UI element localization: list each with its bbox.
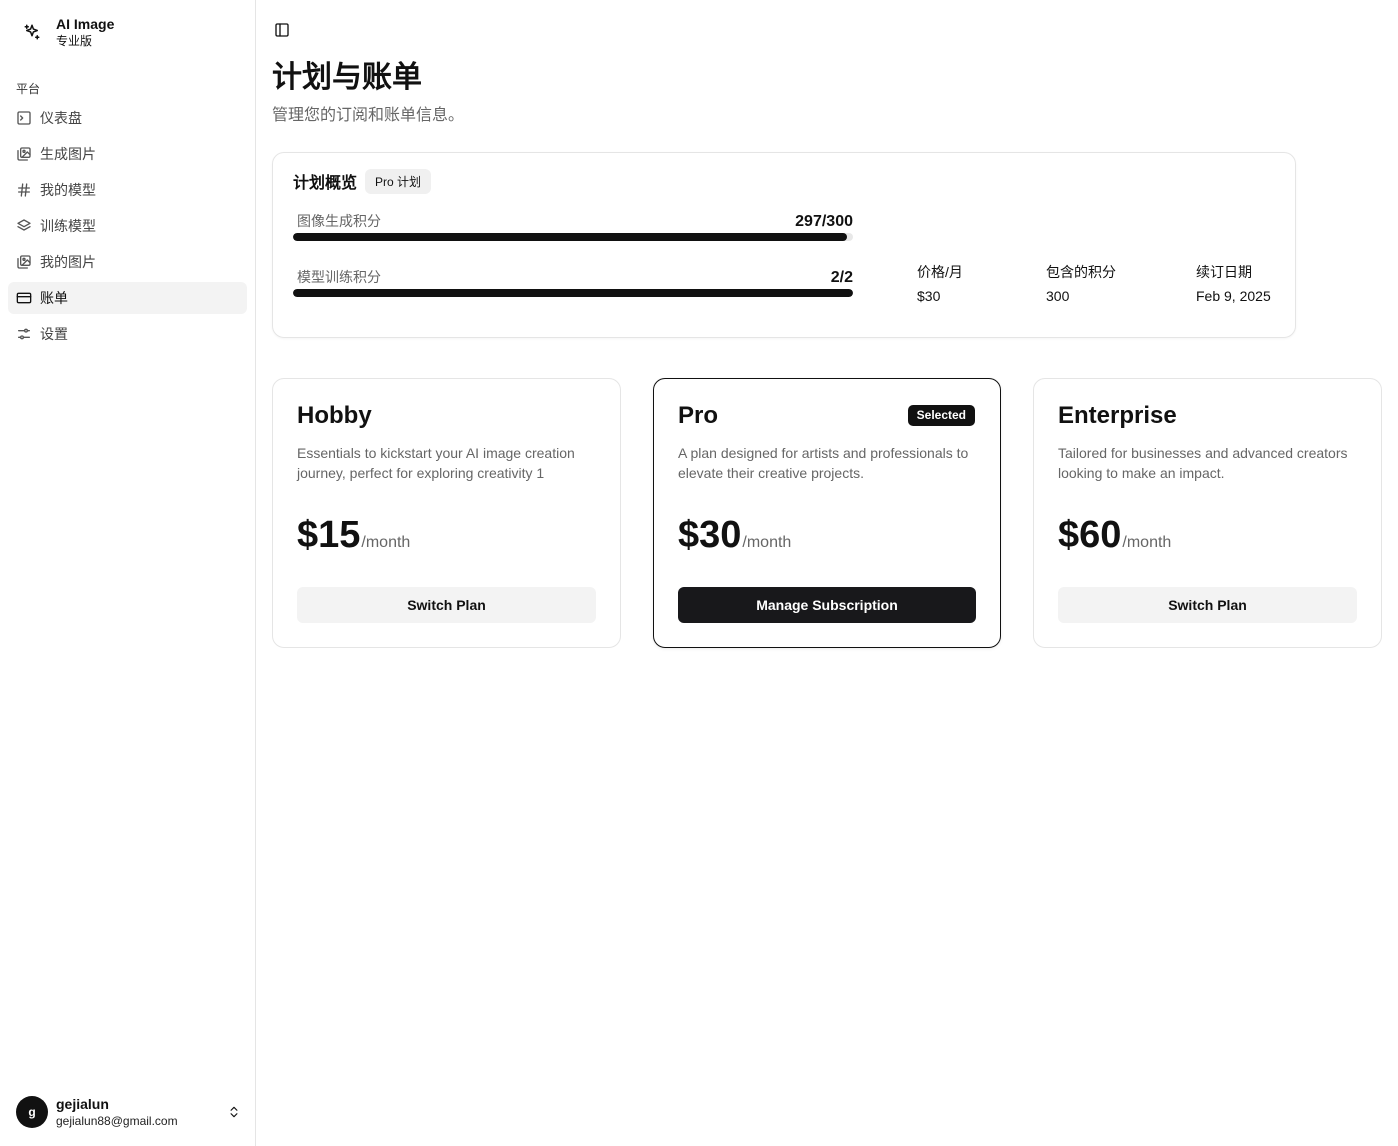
images-icon — [16, 146, 32, 162]
training-credits-meter: 模型训练积分 2/2 — [293, 267, 853, 297]
user-menu[interactable]: g gejialun gejialun88@gmail.com — [16, 1094, 242, 1130]
sidebar-item-label: 训练模型 — [40, 218, 96, 234]
plan-price: $15 /month — [297, 513, 410, 557]
stat-label: 价格/月 — [917, 264, 963, 280]
plan-card-hobby: Hobby Essentials to kickstart your AI im… — [272, 378, 621, 648]
plan-description: A plan designed for artists and professi… — [678, 445, 969, 481]
sidebar: AI Image 专业版 平台 仪表盘 生成图片 我的模型 训练模型 我的图片 … — [0, 0, 256, 1146]
credit-card-icon — [16, 290, 32, 306]
sidebar-item-billing[interactable]: 账单 — [8, 282, 247, 314]
sidebar-item-label: 仪表盘 — [40, 110, 82, 126]
plan-description: Essentials to kickstart your AI image cr… — [297, 445, 575, 481]
stat-renewal-date: 续订日期 Feb 9, 2025 — [1196, 263, 1271, 305]
sidebar-item-label: 我的模型 — [40, 182, 96, 198]
switch-plan-button[interactable]: Switch Plan — [1058, 587, 1357, 623]
sidebar-item-label: 生成图片 — [40, 146, 96, 162]
hash-icon — [16, 182, 32, 198]
sidebar-item-settings[interactable]: 设置 — [8, 318, 247, 350]
nav-group-label: 平台 — [16, 82, 41, 96]
meter-label: 模型训练积分 — [297, 269, 381, 285]
sidebar-item-my-models[interactable]: 我的模型 — [8, 174, 247, 206]
meter-value: 297/300 — [795, 213, 853, 230]
terminal-icon — [16, 110, 32, 126]
meter-value: 2/2 — [830, 269, 853, 286]
image-credits-meter: 图像生成积分 297/300 — [293, 211, 853, 241]
stat-credits: 包含的积分 300 — [1046, 263, 1116, 305]
plan-description: Tailored for businesses and advanced cre… — [1058, 445, 1348, 481]
price-period: /month — [742, 534, 792, 551]
chevrons-up-down-icon[interactable] — [226, 1104, 242, 1120]
plan-price: $60 /month — [1058, 513, 1171, 557]
plan-stats: 价格/月 $30 包含的积分 300 续订日期 Feb 9, 2025 — [917, 263, 1277, 305]
switch-plan-button[interactable]: Switch Plan — [297, 587, 596, 623]
plan-card-pro: Pro Selected A plan designed for artists… — [653, 378, 1001, 648]
progress-track — [293, 289, 853, 297]
price-amount: $15 — [297, 514, 361, 556]
layers-icon — [16, 218, 32, 234]
overview-title: 计划概览 — [293, 175, 358, 192]
plan-name: Enterprise — [1058, 402, 1177, 429]
meter-label: 图像生成积分 — [297, 213, 381, 229]
sparkles-icon — [16, 16, 48, 48]
plan-price: $30 /month — [678, 513, 791, 557]
stat-label: 包含的积分 — [1046, 264, 1116, 280]
sidebar-item-train-model[interactable]: 训练模型 — [8, 210, 247, 242]
page-title: 计划与账单 — [272, 61, 422, 94]
manage-subscription-button[interactable]: Manage Subscription — [678, 587, 976, 623]
stat-value: Feb 9, 2025 — [1196, 288, 1271, 304]
user-name: gejialun — [56, 1095, 109, 1112]
plan-name: Pro — [678, 402, 719, 429]
selected-badge: Selected — [907, 405, 975, 426]
sidebar-item-my-images[interactable]: 我的图片 — [8, 246, 247, 278]
sidebar-item-generate-images[interactable]: 生成图片 — [8, 138, 247, 170]
stat-price: 价格/月 $30 — [917, 263, 963, 305]
avatar: g — [16, 1096, 48, 1128]
sidebar-nav: 仪表盘 生成图片 我的模型 训练模型 我的图片 账单 设置 — [8, 102, 247, 354]
progress-track — [293, 233, 853, 241]
plan-overview-card: 计划概览 Pro 计划 图像生成积分 297/300 模型训练积分 2/2 价格… — [272, 152, 1296, 338]
sidebar-toggle-icon[interactable] — [273, 21, 291, 39]
images-icon — [16, 254, 32, 270]
brand[interactable]: AI Image 专业版 — [16, 12, 114, 52]
stat-value: 300 — [1046, 288, 1070, 304]
brand-tier: 专业版 — [56, 34, 93, 48]
stat-value: $30 — [917, 288, 941, 304]
plan-card-enterprise: Enterprise Tailored for businesses and a… — [1033, 378, 1382, 648]
progress-fill — [293, 289, 853, 297]
plan-badge: Pro 计划 — [365, 168, 432, 194]
price-amount: $30 — [678, 514, 742, 556]
sliders-icon — [16, 326, 32, 342]
plan-name: Hobby — [297, 402, 372, 429]
price-period: /month — [361, 534, 411, 551]
user-email: gejialun88@gmail.com — [56, 1113, 178, 1128]
price-period: /month — [1122, 534, 1172, 551]
sidebar-item-label: 账单 — [40, 290, 68, 306]
page-subtitle: 管理您的订阅和账单信息。 — [272, 107, 465, 124]
progress-fill — [293, 233, 848, 241]
price-amount: $60 — [1058, 514, 1122, 556]
sidebar-item-label: 我的图片 — [40, 254, 96, 270]
sidebar-item-label: 设置 — [40, 326, 68, 342]
stat-label: 续订日期 — [1196, 264, 1252, 280]
brand-name: AI Image — [56, 16, 115, 32]
sidebar-item-dashboard[interactable]: 仪表盘 — [8, 102, 247, 134]
